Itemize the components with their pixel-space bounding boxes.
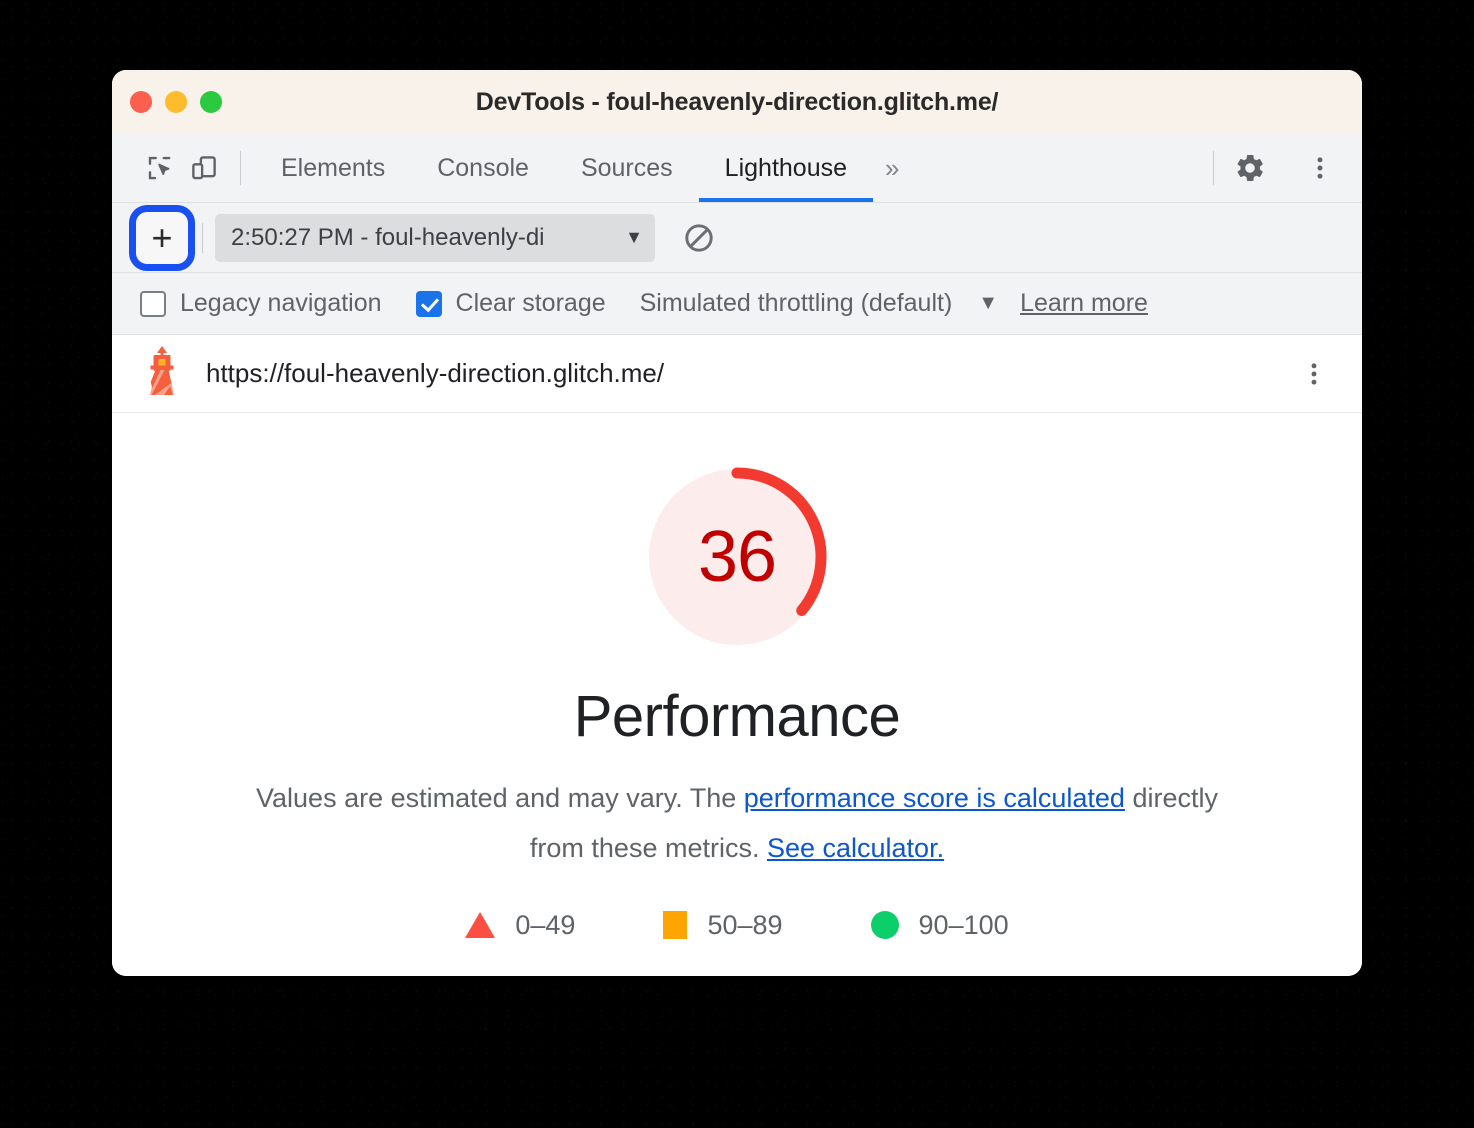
new-report-button[interactable]: + <box>136 211 188 264</box>
learn-more-link[interactable]: Learn more <box>1020 289 1148 318</box>
window-traffic-lights <box>130 91 222 113</box>
description-prefix: Values are estimated and may vary. The <box>256 783 744 813</box>
clear-storage-checkbox[interactable] <box>415 290 442 317</box>
performance-score-calculated-link[interactable]: performance score is calculated <box>744 783 1125 813</box>
report-options-kebab-icon[interactable] <box>1292 352 1336 396</box>
tab-lighthouse[interactable]: Lighthouse <box>698 134 874 202</box>
clear-storage-option[interactable]: Clear storage <box>415 289 606 318</box>
tab-sources[interactable]: Sources <box>555 134 699 202</box>
tab-sources-label: Sources <box>580 153 673 182</box>
toolbar-divider-right <box>1213 151 1214 185</box>
legacy-navigation-label: Legacy navigation <box>180 289 382 317</box>
circle-icon <box>870 911 899 940</box>
lighthouse-toolbar: + 2:50:27 PM - foul-heavenly-di ▼ <box>112 203 1362 273</box>
report-select[interactable]: 2:50:27 PM - foul-heavenly-di ▼ <box>215 213 655 262</box>
lighthouse-icon <box>140 345 184 402</box>
throttling-label: Simulated throttling (default) <box>639 289 953 317</box>
more-options-kebab-icon[interactable] <box>1298 146 1342 190</box>
toolbar-divider <box>240 151 241 185</box>
report-url: https://foul-heavenly-direction.glitch.m… <box>206 358 665 388</box>
throttling-select[interactable]: Simulated throttling (default) ▼ <box>640 289 998 318</box>
score-description: Values are estimated and may vary. The p… <box>237 774 1237 874</box>
window-title: DevTools - foul-heavenly-direction.glitc… <box>475 87 999 116</box>
close-window-button[interactable] <box>130 91 152 113</box>
new-report-button-wrapper: + <box>129 204 195 271</box>
legacy-navigation-option[interactable]: Legacy navigation <box>140 289 382 318</box>
gauge-score-value: 36 <box>697 517 777 597</box>
legend-label-pass: 90–100 <box>918 909 1009 940</box>
maximize-window-button[interactable] <box>200 91 222 113</box>
category-title: Performance <box>573 684 901 749</box>
tab-lighthouse-label: Lighthouse <box>724 153 847 182</box>
devtools-tabbar: Elements Console Sources Lighthouse » <box>112 134 1362 203</box>
tab-console-label: Console <box>437 153 529 182</box>
chevron-down-icon: ▼ <box>625 227 643 247</box>
more-tabs-chevron-icon[interactable]: » <box>873 134 917 202</box>
inspect-element-icon[interactable] <box>138 146 182 190</box>
lighthouse-report-body: 36 Performance Values are estimated and … <box>112 413 1362 976</box>
chevron-down-icon-throttling: ▼ <box>978 292 999 314</box>
report-select-value: 2:50:27 PM - foul-heavenly-di <box>231 223 545 251</box>
device-toolbar-icon[interactable] <box>182 146 226 190</box>
devtools-window: DevTools - foul-heavenly-direction.glitc… <box>112 70 1362 976</box>
settings-gear-icon[interactable] <box>1228 146 1272 190</box>
window-titlebar: DevTools - foul-heavenly-direction.glitc… <box>112 70 1362 134</box>
tab-elements-label: Elements <box>281 153 386 182</box>
score-scale-legend: 0–49 50–89 90–100 <box>465 909 1009 941</box>
legend-item-fail: 0–49 <box>465 910 575 941</box>
square-icon <box>663 911 688 940</box>
clear-storage-label: Clear storage <box>455 289 606 317</box>
see-calculator-link[interactable]: See calculator. <box>767 833 944 863</box>
tab-console[interactable]: Console <box>411 134 555 202</box>
report-url-row: https://foul-heavenly-direction.glitch.m… <box>112 335 1362 413</box>
triangle-icon <box>465 912 496 939</box>
clear-all-icon[interactable] <box>677 216 721 260</box>
legacy-navigation-checkbox[interactable] <box>140 290 166 317</box>
devtools-tab-list: Elements Console Sources Lighthouse » <box>255 134 917 202</box>
legend-label-average: 50–89 <box>707 909 783 940</box>
legend-item-pass: 90–100 <box>870 909 1009 941</box>
performance-score-gauge: 36 <box>637 457 837 657</box>
minimize-window-button[interactable] <box>165 91 187 113</box>
legend-label-fail: 0–49 <box>515 909 576 940</box>
lighthouse-toolbar-divider <box>202 222 203 253</box>
devtools-tabbar-right <box>1199 146 1362 190</box>
tab-elements[interactable]: Elements <box>255 134 411 202</box>
legend-item-average: 50–89 <box>663 909 783 941</box>
lighthouse-options-row: Legacy navigation Clear storage Simulate… <box>112 273 1362 335</box>
